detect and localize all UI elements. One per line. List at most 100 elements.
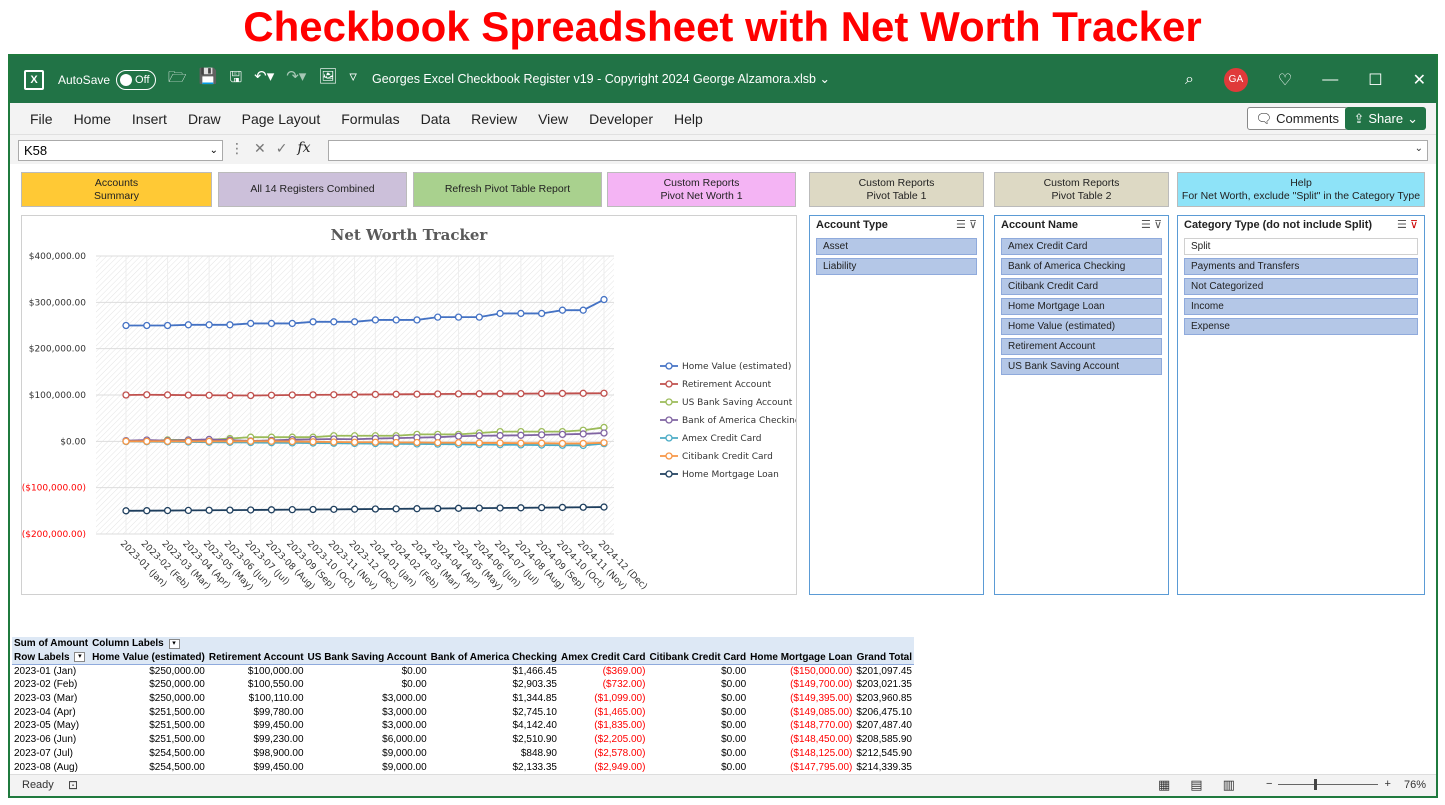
insert-function-icon[interactable]: fx [297,140,310,157]
value-cell[interactable]: $0.00 [306,664,429,678]
value-cell[interactable]: $1,344.85 [429,692,559,706]
table-row[interactable]: 2023-04 (Apr) $251,500.00 $99,780.00 $3,000… [12,705,914,719]
multi-select-icon[interactable]: ☰ [1141,219,1151,231]
net-worth-chart[interactable]: Net Worth Tracker $400,000.00 $300,000.00 $… [21,215,801,595]
name-box[interactable]: K58 ⌄ [18,140,223,161]
value-cell[interactable]: ($150,000.00) [748,664,854,678]
slicer-item[interactable]: Payments and Transfers [1184,258,1418,275]
value-cell[interactable]: ($1,835.00) [559,719,647,733]
value-cell[interactable]: ($1,465.00) [559,705,647,719]
value-cell[interactable]: ($1,099.00) [559,692,647,706]
row-label-cell[interactable]: 2023-03 (Mar) [12,692,90,706]
table-row[interactable]: 2023-05 (May) $251,500.00 $99,450.00 $3,000… [12,719,914,733]
value-cell[interactable]: $99,230.00 [207,733,306,747]
document-title[interactable]: Georges Excel Checkbook Register v19 - C… [372,56,830,103]
slicer-item[interactable]: Split [1184,238,1418,255]
value-cell[interactable]: $251,500.00 [90,733,207,747]
slicer-category-type[interactable]: Category Type (do not include Split) ☰ ⊽… [1177,215,1425,595]
slicer-item[interactable]: Expense [1184,318,1418,335]
redo-icon[interactable]: ↷▾ [286,67,306,92]
cancel-icon[interactable]: ✕ [254,140,266,157]
value-cell[interactable]: $0.00 [647,760,748,774]
value-cell[interactable]: $100,550.00 [207,678,306,692]
value-cell[interactable]: ($148,450.00) [748,733,854,747]
minimize-icon[interactable]: — [1322,71,1338,89]
value-cell[interactable]: $9,000.00 [306,747,429,761]
avatar[interactable]: GA [1223,67,1248,92]
slicer-item[interactable]: Bank of America Checking [1001,258,1162,275]
table-row[interactable]: 2023-01 (Jan) $250,000.00 $100,000.00 $0.00… [12,664,914,678]
value-cell[interactable]: ($2,949.00) [559,760,647,774]
page-break-view-icon[interactable]: ▥ [1223,777,1235,793]
value-cell[interactable]: $2,510.90 [429,733,559,747]
zoom-slider[interactable]: − + [1266,778,1391,790]
value-cell[interactable]: $6,000.00 [306,733,429,747]
value-cell[interactable]: $214,339.35 [854,760,914,774]
multi-select-icon[interactable]: ☰ [1397,219,1407,231]
table-row[interactable]: 2023-08 (Aug) $254,500.00 $99,450.00 $9,000… [12,760,914,774]
zoom-thumb[interactable] [1314,778,1318,790]
row-label-cell[interactable]: 2023-05 (May) [12,719,90,733]
value-cell[interactable]: $848.90 [429,747,559,761]
share-button[interactable]: ⇪ Share ⌄ [1345,107,1426,130]
multi-select-icon[interactable]: ☰ [956,219,966,231]
registers-combined-button[interactable]: All 14 Registers Combined [218,172,407,207]
value-cell[interactable]: $0.00 [647,719,748,733]
tab-developer[interactable]: Developer [577,111,662,127]
zoom-level[interactable]: 76% [1404,779,1426,791]
value-cell[interactable]: ($149,395.00) [748,692,854,706]
macro-recording-icon[interactable]: ⊡ [68,778,78,792]
slicer-item[interactable]: Income [1184,298,1418,315]
value-cell[interactable]: $254,500.00 [90,760,207,774]
refresh-pivot-button[interactable]: Refresh Pivot Table Report [413,172,602,207]
value-cell[interactable]: $251,500.00 [90,705,207,719]
slicer-item[interactable]: Asset [816,238,977,255]
clear-filter-icon[interactable]: ⊽ [969,219,977,231]
lightbulb-icon[interactable]: ♡ [1278,70,1292,90]
slicer-item[interactable]: Amex Credit Card [1001,238,1162,255]
row-label-cell[interactable]: 2023-08 (Aug) [12,760,90,774]
open-folder-icon[interactable]: 🗁 [168,67,187,92]
value-cell[interactable]: $251,500.00 [90,719,207,733]
slicer-item[interactable]: US Bank Saving Account [1001,358,1162,375]
clear-filter-icon[interactable]: ⊽ [1410,219,1418,231]
tab-data[interactable]: Data [409,111,460,127]
row-label-cell[interactable]: 2023-01 (Jan) [12,664,90,678]
value-cell[interactable]: ($148,125.00) [748,747,854,761]
tab-draw[interactable]: Draw [176,111,230,127]
filter-dropdown-icon[interactable]: ▾ [74,652,86,663]
filter-dropdown-icon[interactable]: ▾ [168,638,180,649]
value-cell[interactable]: $2,745.10 [429,705,559,719]
value-cell[interactable]: ($149,700.00) [748,678,854,692]
tab-review[interactable]: Review [459,111,526,127]
comments-button[interactable]: 🗨 Comments [1246,107,1348,130]
value-cell[interactable]: $250,000.00 [90,692,207,706]
value-cell[interactable]: $3,000.00 [306,692,429,706]
save-as-icon[interactable]: 🖫 [229,67,242,92]
more-options-icon[interactable]: ⋮ [230,140,244,157]
value-cell[interactable]: $9,000.00 [306,760,429,774]
page-layout-view-icon[interactable]: ▤ [1190,777,1202,793]
pivot-table[interactable]: Sum of Amount Column Labels ▾ Row Labels… [12,637,914,774]
pivot-table-1-button[interactable]: Custom Reports Pivot Table 1 [809,172,984,207]
value-cell[interactable]: $212,545.90 [854,747,914,761]
formula-input[interactable]: ⌄ [328,140,1428,161]
search-icon[interactable]: ⌕ [1185,71,1194,89]
value-cell[interactable]: $0.00 [647,692,748,706]
tab-page-layout[interactable]: Page Layout [230,111,330,127]
tab-home[interactable]: Home [62,111,120,127]
value-cell[interactable]: $2,133.35 [429,760,559,774]
worksheet[interactable]: Accounts Summary All 14 Registers Combine… [10,164,1436,776]
table-row[interactable]: 2023-02 (Feb) $250,000.00 $100,550.00 $0.00… [12,678,914,692]
value-cell[interactable]: $250,000.00 [90,678,207,692]
slicer-item[interactable]: Retirement Account [1001,338,1162,355]
slicer-account-name[interactable]: Account Name ☰ ⊽ Amex Credit Card Bank of… [994,215,1169,595]
row-label-cell[interactable]: 2023-04 (Apr) [12,705,90,719]
value-cell[interactable]: $3,000.00 [306,719,429,733]
slicer-item[interactable]: Home Value (estimated) [1001,318,1162,335]
enter-icon[interactable]: ✓ [276,140,288,157]
value-cell[interactable]: $2,903.35 [429,678,559,692]
customize-qat-icon[interactable]: ▿ [349,67,357,92]
table-row[interactable]: 2023-07 (Jul) $254,500.00 $98,900.00 $9,000… [12,747,914,761]
value-cell[interactable]: $0.00 [647,664,748,678]
